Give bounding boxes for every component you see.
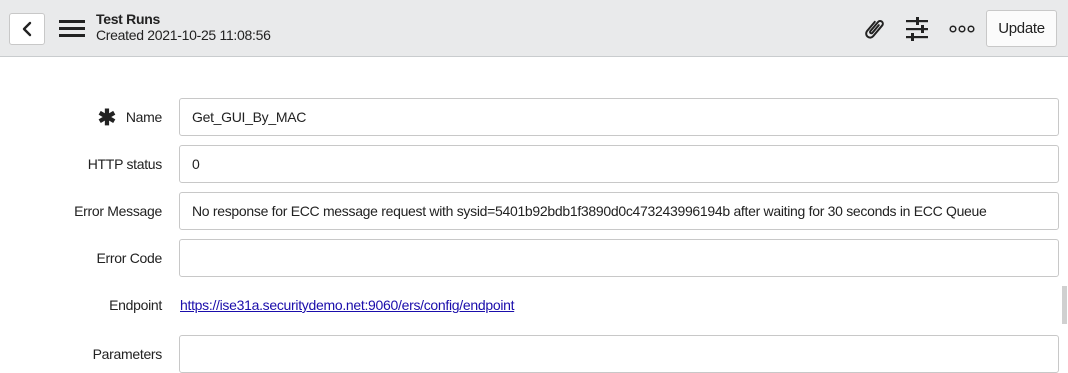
parameters-input[interactable] [179, 335, 1059, 373]
http-status-label: HTTP status [87, 156, 163, 172]
settings-sliders-icon[interactable] [903, 16, 931, 42]
error-message-row: Error Message No response for ECC messag… [0, 192, 1068, 230]
http-status-row: HTTP status 0 [0, 145, 1068, 183]
more-icon[interactable] [948, 18, 976, 40]
record-title: Test Runs Created 2021-10-25 11:08:56 [96, 11, 271, 44]
back-icon [22, 21, 32, 37]
http-status-input[interactable]: 0 [179, 145, 1059, 183]
endpoint-row: Endpoint https://ise31a.securitydemo.net… [0, 290, 1068, 328]
back-button[interactable] [9, 13, 45, 45]
paperclip-icon[interactable] [860, 15, 888, 43]
parameters-row: Parameters [0, 335, 1068, 373]
update-button[interactable]: Update [986, 10, 1057, 47]
error-message-label: Error Message [74, 203, 162, 219]
endpoint-link[interactable]: https://ise31a.securitydemo.net:9060/ers… [180, 290, 515, 328]
error-message-input[interactable]: No response for ECC message request with… [179, 192, 1059, 230]
error-code-row: Error Code [0, 239, 1068, 277]
error-code-input[interactable] [179, 239, 1059, 277]
error-code-label: Error Code [96, 250, 163, 266]
endpoint-label: Endpoint [109, 297, 162, 313]
scrollbar-thumb[interactable] [1062, 286, 1067, 324]
menu-icon[interactable] [59, 20, 85, 38]
name-row: ✱ Name Get_GUI_By_MAC [0, 98, 1068, 136]
record-created-date: Created 2021-10-25 11:08:56 [96, 27, 271, 43]
parameters-label: Parameters [92, 346, 163, 362]
required-marker-icon: ✱ [97, 105, 116, 130]
name-label-text: Name [125, 109, 162, 125]
form-header: Test Runs Created 2021-10-25 11:08:56 Up… [0, 0, 1068, 57]
name-label: ✱ Name [97, 98, 163, 136]
record-type: Test Runs [96, 11, 160, 27]
name-input[interactable]: Get_GUI_By_MAC [179, 98, 1059, 136]
